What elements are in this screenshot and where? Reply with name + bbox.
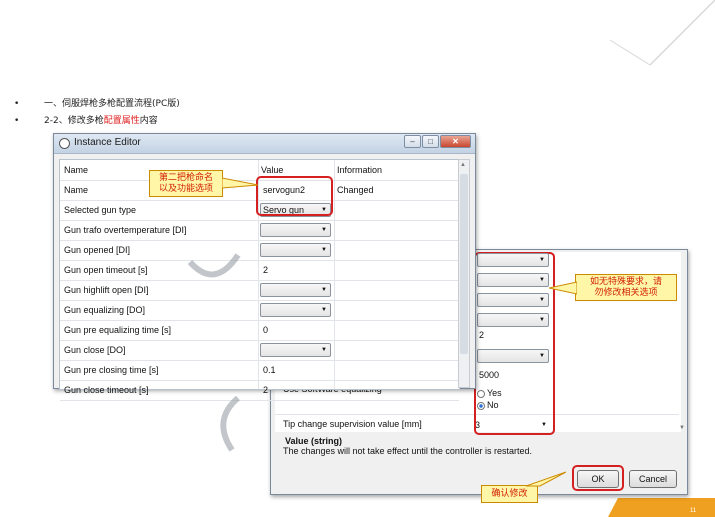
column-name: Name — [64, 165, 89, 175]
value-combo[interactable]: ▼ — [260, 243, 331, 257]
chevron-down-icon: ▼ — [539, 353, 545, 359]
app-icon — [59, 138, 70, 149]
callout-pointer — [549, 281, 577, 295]
chevron-down-icon: ▼ — [321, 287, 327, 293]
table-row[interactable]: Gun pre equalizing time [s] 0 — [60, 320, 459, 341]
callout-no-change: 如无特殊要求，请 勿修改相关选项 — [575, 274, 677, 301]
table-row[interactable]: Gun opened [DI] ▼ — [60, 240, 459, 261]
chevron-down-icon: ▼ — [321, 247, 327, 253]
description-panel: Value (string) The changes will not take… — [275, 436, 681, 460]
callout-gun-name: 第二把枪命名 以及功能选项 — [149, 170, 223, 197]
value-field[interactable]: 2 — [479, 330, 484, 340]
value-combo[interactable]: ▼ — [477, 349, 549, 363]
table-row[interactable]: Gun equalizing [DO] ▼ — [60, 300, 459, 321]
value-field[interactable]: 0.1 — [263, 360, 276, 380]
value-field[interactable]: 2 — [263, 260, 268, 280]
bullet-line-2: • 2-2、修改多枪配置属性内容 — [14, 116, 158, 126]
cancel-button[interactable]: Cancel — [629, 470, 677, 488]
close-icon[interactable]: ✕ — [440, 135, 471, 148]
bullet-text-2b: 内容 — [139, 116, 158, 126]
bullet-line-1: • 一、伺服焊枪多枪配置流程(PC版) — [14, 99, 180, 109]
row-name: Gun highlift open [DI] — [64, 285, 149, 295]
bullet-text-2a: 2-2、修改多枪 — [44, 116, 104, 126]
callout-no-change-line1: 如无特殊要求，请 — [589, 277, 662, 287]
value-field[interactable]: 0 — [263, 320, 268, 340]
value-combo[interactable]: ▼ — [260, 223, 331, 237]
chevron-down-icon: ▼ — [539, 297, 545, 303]
row-name: Gun equalizing [DO] — [64, 305, 146, 315]
table-row[interactable]: Gun pre closing time [s] 0.1 — [60, 360, 459, 381]
row-name: Gun close [DO] — [64, 345, 126, 355]
minimize-icon[interactable]: – — [404, 135, 421, 148]
column-information: Information — [337, 165, 383, 175]
chevron-down-icon: ▼ — [539, 277, 545, 283]
ok-highlight-box — [572, 465, 624, 491]
title-bar: Instance Editor – □ ✕ — [54, 134, 475, 154]
description-title: Value (string) — [285, 436, 343, 446]
description-text: The changes will not take effect until t… — [283, 446, 532, 456]
chevron-down-icon: ▼ — [321, 347, 327, 353]
value-combo[interactable]: ▼ — [477, 253, 549, 267]
scroll-up-icon[interactable]: ▲ — [460, 162, 466, 168]
row-name: Gun opened [DI] — [64, 245, 131, 255]
page-number: 11 — [690, 508, 697, 514]
value-combo[interactable]: ▼ — [260, 283, 331, 297]
chevron-down-icon: ▼ — [321, 307, 327, 313]
maximize-icon[interactable]: □ — [422, 135, 439, 148]
chevron-down-icon: ▼ — [321, 227, 327, 233]
callout-no-change-line2: 勿修改相关选项 — [594, 288, 658, 298]
value-field[interactable]: 5000 — [479, 370, 499, 380]
chevron-down-icon: ▼ — [539, 317, 545, 323]
bullet-highlight: 配置属性 — [103, 116, 140, 126]
row-name: Gun close timeout [s] — [64, 385, 149, 395]
row-name: Selected gun type — [64, 205, 137, 215]
row-name: Gun open timeout [s] — [64, 265, 148, 275]
value-combo[interactable]: ▼ — [477, 293, 549, 307]
value-combo[interactable]: ▼ — [477, 273, 549, 287]
callout-pointer — [526, 471, 566, 487]
row-name: Gun pre equalizing time [s] — [64, 325, 172, 335]
bullet-text-1: 一、伺服焊枪多枪配置流程(PC版) — [44, 99, 180, 109]
row-name: Name — [64, 185, 89, 195]
chevron-down-icon: ▼ — [539, 257, 545, 263]
table-row[interactable]: Gun trafo overtemperature [DI] ▼ — [60, 220, 459, 241]
row-information: Changed — [337, 185, 374, 195]
window-title: Instance Editor — [74, 137, 141, 148]
value-highlight-box — [256, 176, 333, 216]
vertical-scrollbar[interactable]: ▲ — [458, 159, 470, 388]
table-row[interactable]: Gun open timeout [s] 2 — [60, 260, 459, 281]
row-name: Gun pre closing time [s] — [64, 365, 159, 375]
value-combo[interactable]: ▼ — [260, 343, 331, 357]
callout-gun-name-line2: 以及功能选项 — [158, 184, 213, 194]
scroll-down-icon[interactable]: ▼ — [679, 425, 685, 431]
instance-editor-window: Instance Editor – □ ✕ Name Value Informa… — [53, 133, 476, 401]
table-row[interactable]: Gun close timeout [s] 2 — [60, 380, 459, 401]
value-combo[interactable]: ▼ — [260, 303, 331, 317]
scrollbar-thumb[interactable] — [460, 174, 468, 354]
tip-label: Tip change supervision value [mm] — [283, 419, 422, 429]
value-field[interactable]: 2 — [263, 380, 268, 400]
value-combo[interactable]: ▼ — [477, 313, 549, 327]
row-name: Gun trafo overtemperature [DI] — [64, 225, 187, 235]
table-row[interactable]: Gun highlift open [DI] ▼ — [60, 280, 459, 301]
callout-gun-name-line1: 第二把枪命名 — [158, 173, 213, 183]
table-row[interactable]: Gun close [DO] ▼ — [60, 340, 459, 361]
column-divider — [334, 160, 335, 389]
callout-pointer — [222, 177, 258, 189]
